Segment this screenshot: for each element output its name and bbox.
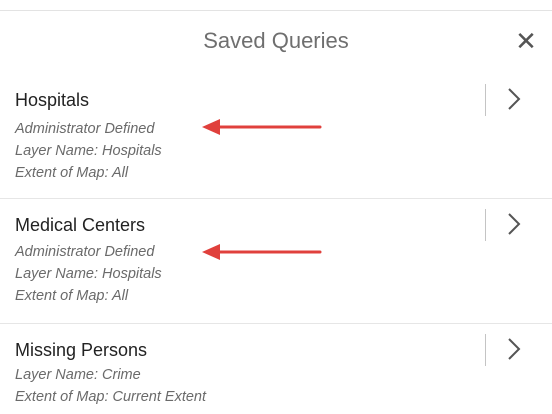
query-detail-layer: Layer Name: Hospitals (15, 143, 162, 159)
panel-header: Saved Queries ✕ (0, 11, 552, 73)
annotation-arrow (202, 244, 322, 260)
vertical-divider (485, 334, 486, 366)
panel-title: Saved Queries (203, 28, 349, 53)
annotation-arrow (202, 119, 322, 135)
query-title: Medical Centers (15, 215, 146, 235)
chevron-right-icon[interactable] (503, 334, 525, 364)
chevron-right-icon[interactable] (503, 84, 525, 114)
query-item-missing-persons[interactable]: Missing Persons Layer Name: Crime Extent… (0, 323, 552, 414)
vertical-divider (485, 84, 486, 116)
query-detail-extent: Extent of Map: All (15, 288, 129, 304)
query-detail-source: Administrator Defined (15, 244, 155, 260)
query-title: Missing Persons (15, 340, 148, 360)
close-icon[interactable]: ✕ (514, 27, 538, 55)
query-detail-layer: Layer Name: Crime (15, 367, 141, 383)
query-detail-layer: Layer Name: Hospitals (15, 266, 162, 282)
chevron-right-icon[interactable] (503, 209, 525, 239)
vertical-divider (485, 209, 486, 241)
query-item-medical-centers[interactable]: Medical Centers Administrator Defined La… (0, 198, 552, 324)
query-detail-extent: Extent of Map: Current Extent (15, 389, 207, 405)
query-title: Hospitals (15, 90, 90, 110)
query-item-hospitals[interactable]: Hospitals Administrator Defined Layer Na… (0, 73, 552, 199)
query-detail-source: Administrator Defined (15, 121, 155, 137)
query-detail-extent: Extent of Map: All (15, 165, 129, 181)
